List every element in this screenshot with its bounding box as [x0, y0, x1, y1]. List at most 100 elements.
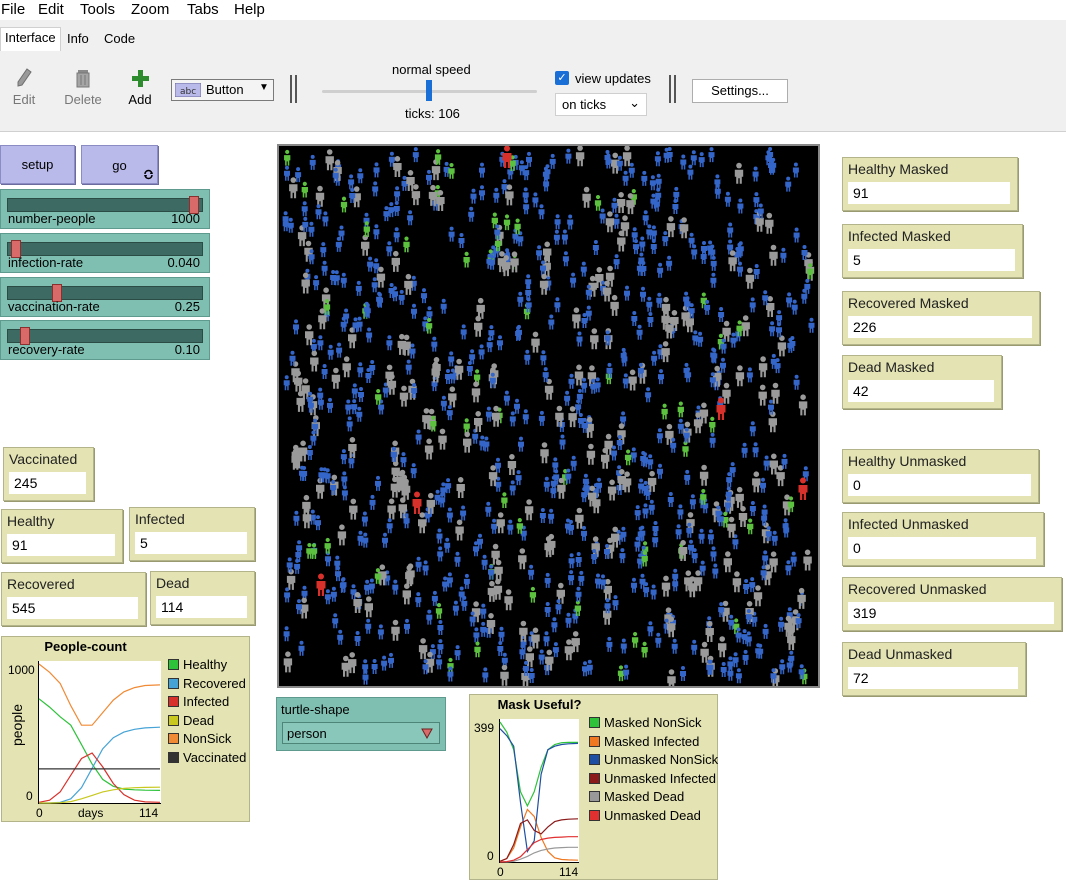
person-agent — [404, 618, 410, 634]
person-agent — [507, 519, 514, 535]
person-agent — [341, 655, 350, 677]
slider-track[interactable] — [7, 329, 203, 343]
slider-recovery-rate[interactable]: recovery-rate 0.10 — [0, 320, 210, 360]
person-agent — [400, 452, 407, 468]
monitor-value: 545 — [7, 597, 138, 619]
monitor-value: 91 — [848, 182, 1010, 204]
person-agent — [448, 226, 455, 242]
chooser-select[interactable]: person — [282, 722, 440, 744]
person-agent — [498, 626, 505, 642]
person-agent — [638, 252, 645, 268]
person-agent — [324, 589, 331, 605]
person-agent — [485, 406, 492, 422]
menu-file[interactable]: File — [1, 1, 25, 18]
slider-number-people[interactable]: number-people 1000 — [0, 189, 210, 229]
person-agent — [793, 374, 800, 390]
slider-track[interactable] — [7, 242, 203, 256]
update-mode-select[interactable]: on ticks ⌄ — [555, 93, 647, 116]
person-agent — [482, 667, 489, 683]
person-agent — [801, 245, 808, 260]
person-agent — [456, 477, 465, 498]
legend-swatch — [168, 696, 179, 708]
person-agent — [446, 405, 453, 421]
person-agent — [341, 485, 348, 501]
menu-zoom[interactable]: Zoom — [131, 1, 169, 18]
add-button[interactable]: Add — [124, 67, 156, 107]
chooser-value: person — [287, 726, 327, 741]
forever-icon — [144, 169, 153, 180]
person-agent — [803, 549, 812, 571]
person-agent — [578, 570, 585, 586]
monitor-recovered: Recovered 545 — [1, 572, 146, 626]
person-agent — [607, 479, 617, 501]
person-agent — [337, 524, 347, 546]
person-agent — [539, 508, 546, 523]
monitor-label: Dead Masked — [848, 359, 935, 375]
person-agent — [455, 519, 464, 541]
person-agent — [641, 170, 648, 186]
legend-label: Masked NonSick — [604, 715, 702, 730]
person-agent — [526, 151, 532, 167]
legend-label: Healthy — [183, 657, 228, 672]
person-agent — [494, 559, 503, 581]
person-agent — [393, 201, 400, 216]
tab-info[interactable]: Info — [63, 29, 93, 51]
person-agent — [393, 227, 400, 243]
person-agent — [661, 296, 671, 318]
person-agent — [747, 518, 754, 535]
slider-infection-rate[interactable]: infection-rate 0.040 — [0, 233, 210, 273]
person-agent — [540, 350, 547, 366]
legend-swatch — [589, 735, 600, 747]
menu-help[interactable]: Help — [234, 1, 265, 18]
slider-track[interactable] — [7, 198, 203, 212]
person-agent — [357, 362, 364, 378]
person-agent — [797, 587, 806, 609]
person-agent — [710, 546, 717, 562]
person-agent — [524, 499, 534, 521]
person-agent — [655, 173, 662, 189]
person-agent — [692, 330, 699, 346]
person-agent — [336, 342, 343, 358]
person-agent — [287, 217, 294, 233]
person-agent — [510, 251, 519, 273]
delete-button[interactable]: Delete — [62, 67, 104, 107]
person-agent — [402, 583, 411, 605]
menu-tabs[interactable]: Tabs — [187, 1, 219, 18]
settings-button[interactable]: Settings... — [692, 79, 788, 103]
person-agent — [549, 153, 556, 169]
person-agent — [460, 324, 467, 340]
person-agent — [531, 331, 540, 353]
slider-track[interactable] — [7, 286, 203, 300]
slider-vaccination-rate[interactable]: vaccination-rate 0.25 — [0, 277, 210, 317]
person-agent — [479, 185, 485, 201]
person-agent — [529, 586, 537, 603]
monitor-value: 245 — [9, 472, 86, 494]
world-view[interactable] — [277, 144, 820, 688]
person-agent — [316, 573, 326, 596]
person-agent — [792, 162, 799, 178]
person-agent — [769, 551, 778, 573]
person-agent — [677, 401, 684, 418]
go-button[interactable]: go — [81, 145, 158, 184]
person-agent — [741, 315, 750, 337]
setup-button[interactable]: setup — [0, 145, 75, 184]
widget-type-select[interactable]: abc Button ▼ — [171, 79, 274, 101]
person-agent — [737, 198, 744, 214]
monitor-value: 5 — [135, 532, 247, 554]
menu-tools[interactable]: Tools — [80, 1, 115, 18]
person-agent — [606, 636, 613, 652]
person-agent — [749, 421, 756, 437]
speed-slider-thumb[interactable] — [426, 80, 432, 101]
menu-edit[interactable]: Edit — [38, 1, 64, 18]
tab-interface[interactable]: Interface — [0, 27, 61, 52]
edit-button[interactable]: Edit — [8, 67, 40, 107]
monitor-value: 91 — [7, 534, 115, 556]
tab-code[interactable]: Code — [100, 29, 139, 51]
person-agent — [690, 150, 697, 166]
person-agent — [403, 236, 410, 253]
person-agent — [364, 596, 373, 618]
view-updates-checkbox[interactable]: ✓ — [555, 71, 569, 85]
person-agent — [642, 503, 649, 519]
legend-label: Recovered — [183, 675, 246, 691]
slider-value: 1000 — [171, 211, 200, 226]
